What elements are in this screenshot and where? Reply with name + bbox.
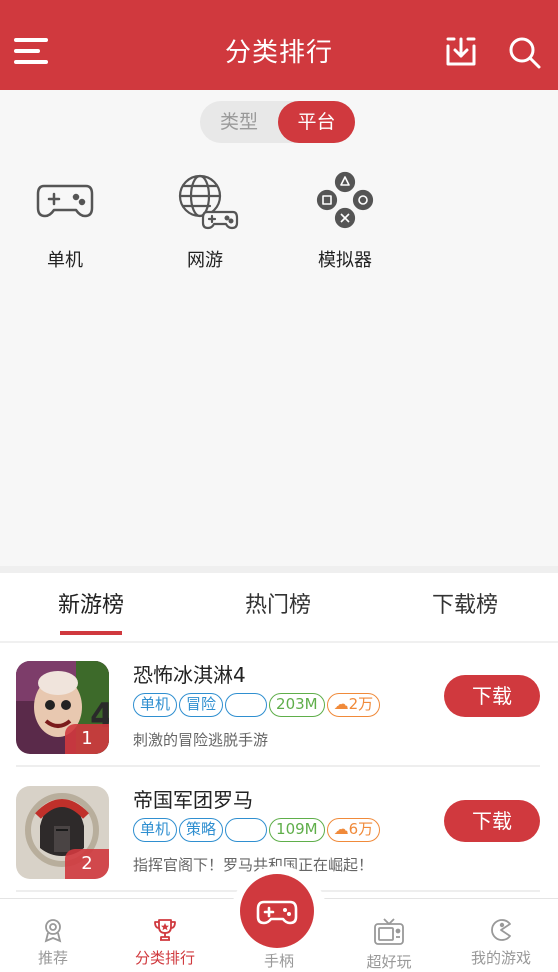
download-icon[interactable]	[444, 36, 478, 68]
tag-downloads: ☁2万	[326, 693, 381, 717]
tag-genre: 单机	[133, 693, 178, 717]
game-list-item[interactable]: 4 1 恐怖冰淇淋4 单机 冒险 203M ☁2万 刺激的冒险逃脱手游 下载	[0, 643, 558, 767]
tag-empty	[225, 818, 268, 842]
category-online[interactable]: 网游	[150, 168, 260, 272]
nav-label: 分类排行	[134, 949, 195, 967]
nav-label: 我的游戏	[470, 949, 531, 967]
tag-genre: 策略	[179, 818, 224, 842]
recommend-icon	[40, 917, 66, 943]
download-button[interactable]: 下载	[444, 675, 540, 717]
game-title: 恐怖冰淇淋4	[133, 663, 246, 687]
ranking-tabs: 新游榜 热门榜 下载榜	[0, 587, 558, 641]
download-cloud-icon: ☁	[333, 695, 349, 713]
app-root: 分类排行 类型 平台 单机 网游 模拟器 新游榜 热门榜 下载榜 4 1 恐怖冰…	[0, 0, 558, 972]
nav-label: 手柄	[263, 952, 294, 970]
game-description: 指挥官阁下！罗马共和国正在崛起！	[133, 856, 374, 874]
toggle-type-option[interactable]: 类型	[200, 101, 278, 143]
tab-label: 下载榜	[431, 593, 498, 618]
top-app-bar: 分类排行	[0, 0, 558, 90]
console-buttons-icon	[310, 168, 380, 232]
game-title: 帝国军团罗马	[133, 788, 253, 812]
gamepad-icon	[30, 168, 100, 232]
tag-downloads: ☁6万	[326, 818, 381, 842]
toggle-platform-option[interactable]: 平台	[278, 101, 355, 143]
download-button[interactable]: 下载	[444, 800, 540, 842]
download-count: 6万	[348, 820, 374, 838]
nav-category-ranking[interactable]: 分类排行	[120, 917, 210, 968]
tag-genre: 单机	[133, 818, 178, 842]
game-tags: 单机 冒险 203M ☁2万	[133, 693, 382, 717]
download-cloud-icon: ☁	[333, 820, 349, 838]
pacman-icon	[488, 917, 514, 943]
gamepad-icon	[256, 900, 298, 925]
category-label: 单机	[47, 250, 83, 271]
tag-size: 203M	[269, 693, 325, 717]
nav-label: 超好玩	[366, 953, 412, 971]
category-emulator[interactable]: 模拟器	[290, 168, 400, 272]
tag-genre: 冒险	[179, 693, 224, 717]
tab-label: 热门榜	[244, 593, 311, 618]
nav-gamepad-button[interactable]	[240, 874, 314, 948]
rank-badge: 1	[65, 724, 109, 754]
game-tags: 单机 策略 109M ☁6万	[133, 818, 382, 842]
tab-label: 新游榜	[57, 593, 124, 618]
active-tab-indicator	[60, 631, 122, 635]
nav-my-games[interactable]: 我的游戏	[456, 917, 546, 968]
search-icon[interactable]	[508, 36, 542, 70]
download-count: 2万	[348, 695, 374, 713]
category-label: 模拟器	[318, 250, 372, 271]
game-description: 刺激的冒险逃脱手游	[133, 731, 269, 749]
divider	[16, 765, 540, 767]
tab-hot[interactable]: 热门榜	[198, 587, 358, 619]
tag-size: 109M	[269, 818, 325, 842]
category-standalone[interactable]: 单机	[10, 168, 120, 272]
game-icon[interactable]: 2	[16, 786, 109, 879]
trophy-icon	[152, 917, 178, 943]
rank-badge: 2	[65, 849, 109, 879]
nav-label: 推荐	[37, 949, 68, 967]
category-label: 网游	[187, 250, 223, 271]
tab-new-games[interactable]: 新游榜	[11, 587, 171, 635]
nav-recommend[interactable]: 推荐	[8, 917, 98, 968]
game-icon[interactable]: 4 1	[16, 661, 109, 754]
tab-downloads[interactable]: 下载榜	[385, 587, 545, 619]
tag-empty	[225, 693, 268, 717]
category-type-toggle: 类型 平台	[200, 101, 355, 143]
nav-super-fun[interactable]: 超好玩	[344, 917, 434, 972]
tv-icon	[373, 917, 405, 947]
globe-gamepad-icon	[170, 168, 240, 232]
